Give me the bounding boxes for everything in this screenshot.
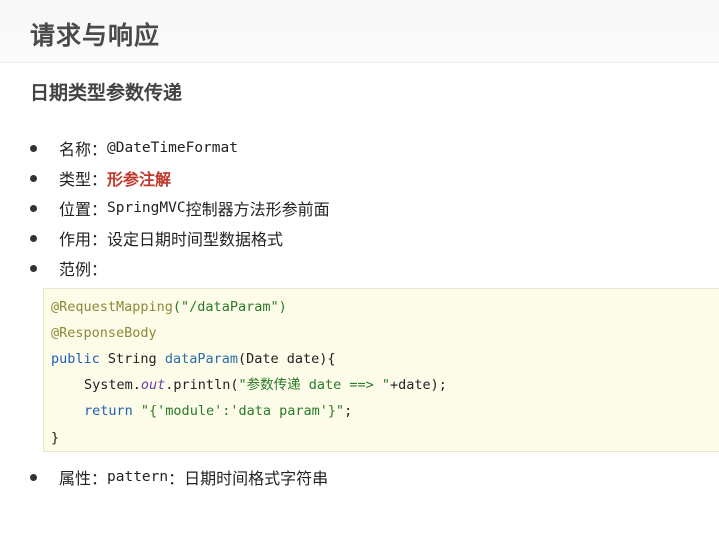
bullet-name: 名称： @DateTimeFormat	[30, 136, 238, 160]
position-label: 位置：	[59, 202, 108, 219]
bullet-attribute: 属性： pattern ：日期时间格式字符串	[30, 465, 328, 489]
code-line-6: }	[51, 428, 59, 448]
code-annotation: @RequestMapping	[51, 299, 173, 315]
type-value: 形参注解	[107, 172, 172, 189]
page-title: 请求与响应	[30, 22, 161, 50]
code-line-4: System.out.println("参数传递 date ==> "+date…	[84, 375, 447, 395]
attr-text: ：日期时间格式字符串	[168, 471, 329, 488]
section-title: 日期类型参数传递	[30, 83, 183, 104]
attr-mono: pattern	[107, 469, 169, 485]
bullet-dot-icon	[30, 204, 37, 212]
code-text: +date);	[390, 377, 447, 393]
code-line-3: public String dataParam(Date date){	[51, 349, 336, 369]
code-type: String	[99, 351, 165, 367]
bullet-dot-icon	[30, 174, 37, 182]
bullet-position: 位置： SpringMVC 控制器方法形参前面	[30, 196, 330, 220]
example-label: 范例：	[59, 262, 108, 279]
effect-value: 设定日期时间型数据格式	[107, 232, 284, 249]
code-text: }	[51, 430, 60, 446]
code-line-5: return "{'module':'data param'}";	[84, 401, 352, 421]
bullet-dot-icon	[30, 234, 37, 242]
bullet-example: 范例：	[30, 256, 107, 280]
code-text: ;	[344, 403, 353, 419]
bullet-dot-icon	[30, 144, 37, 152]
bullet-type: 类型： 形参注解	[30, 166, 171, 190]
code-annotation: @ResponseBody	[51, 325, 157, 341]
code-line-2: @ResponseBody	[51, 323, 157, 343]
name-value: @DateTimeFormat	[107, 140, 238, 156]
type-label: 类型：	[59, 172, 108, 189]
code-block: @RequestMapping("/dataParam") @ResponseB…	[43, 288, 719, 452]
code-keyword: return	[84, 403, 133, 419]
effect-label: 作用：	[59, 232, 108, 249]
bullet-effect: 作用： 设定日期时间型数据格式	[30, 226, 283, 250]
bullet-dot-icon	[30, 264, 37, 272]
bullet-dot-icon	[30, 473, 37, 481]
code-keyword: public	[51, 351, 100, 367]
position-mono: SpringMVC	[107, 200, 186, 216]
code-line-1: @RequestMapping("/dataParam")	[51, 297, 287, 317]
code-text: System.	[84, 377, 141, 393]
code-string: ("/dataParam")	[172, 299, 287, 315]
code-string: "参数传递 date ==> "	[238, 377, 390, 393]
name-label: 名称：	[59, 142, 108, 159]
code-text: .println(	[165, 377, 239, 393]
position-text: 控制器方法形参前面	[185, 202, 330, 219]
code-function: dataParam	[164, 351, 238, 367]
attr-label: 属性：	[59, 471, 108, 488]
code-field: out	[140, 377, 166, 393]
code-string: "{'module':'data param'}"	[140, 403, 345, 419]
code-params: (Date date){	[237, 351, 336, 367]
